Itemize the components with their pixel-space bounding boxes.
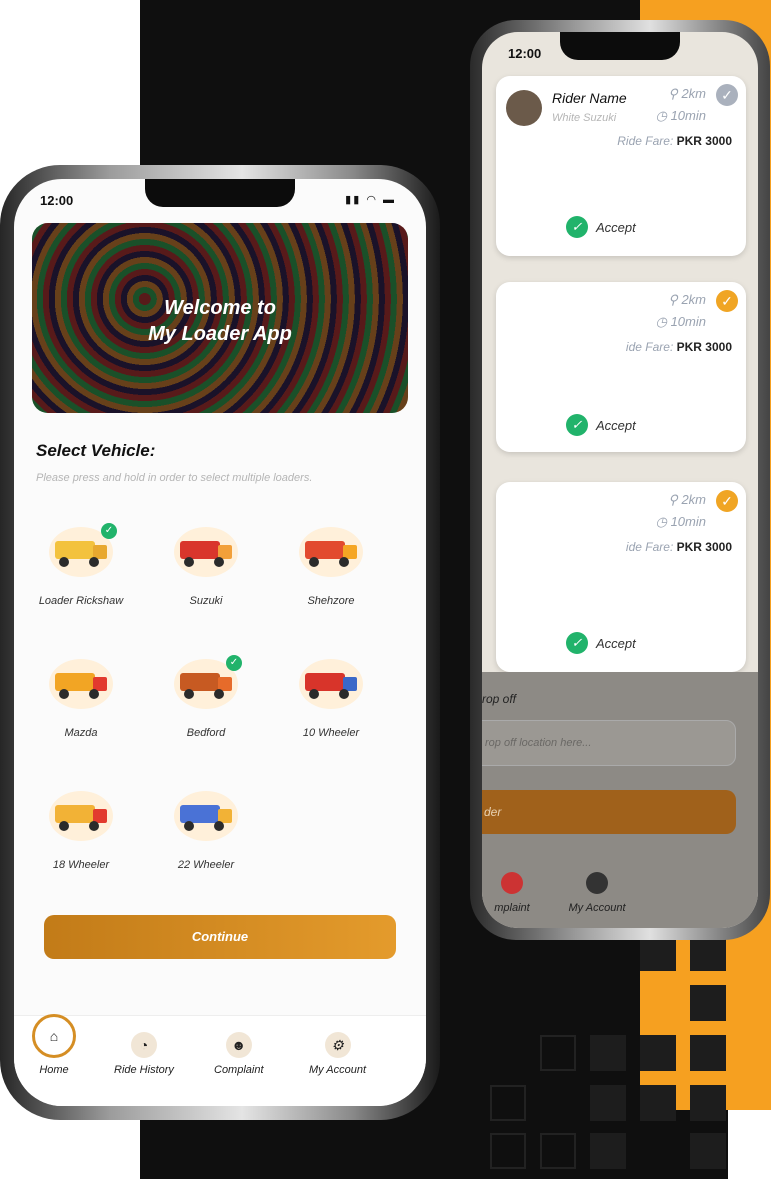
bottom-tab-bar: ⌂ Home ◔ Ride History ☻ Complaint ⚙ My Accou… bbox=[14, 1014, 426, 1106]
accept-button[interactable]: ✓ Accept bbox=[566, 632, 636, 654]
shehzore-icon bbox=[299, 527, 363, 577]
decor-square bbox=[540, 1133, 576, 1169]
tab-complaint[interactable]: ☻ Complaint bbox=[214, 1032, 264, 1076]
front-phone-screen: 12:00 ▮▮ ◠ ▬ Welcome to My Loader App Se… bbox=[14, 179, 426, 1106]
order-button[interactable]: der bbox=[482, 790, 736, 834]
vehicle-label: 10 Wheeler bbox=[302, 727, 360, 739]
tab-complaint[interactable]: mplaint bbox=[482, 872, 542, 914]
ride-fare: Ride Fare: PKR 3000 bbox=[617, 134, 732, 148]
check-icon: ✓ bbox=[566, 216, 588, 238]
vehicle-label: Bedford bbox=[186, 727, 226, 739]
vehicle-option-22-wheeler[interactable]: 22 Wheeler bbox=[151, 791, 261, 871]
twentytwo-wheeler-icon bbox=[174, 791, 238, 841]
check-icon: ✓ bbox=[716, 290, 738, 312]
status-time: 12:00 bbox=[508, 46, 542, 61]
vehicle-option-10-wheeler[interactable]: 10 Wheeler bbox=[276, 659, 386, 739]
vehicle-label: Mazda bbox=[64, 727, 98, 739]
banner-title-line1: Welcome to bbox=[164, 297, 276, 319]
status-time: 12:00 bbox=[40, 193, 74, 208]
eta: ◷ 10min bbox=[655, 108, 706, 123]
status-icons: ▮▮ ◠ ▬ bbox=[345, 194, 396, 206]
ten-wheeler-icon bbox=[299, 659, 363, 709]
select-vehicle-title: Select Vehicle: bbox=[36, 441, 156, 460]
rider-avatar bbox=[506, 90, 542, 126]
decor-square bbox=[690, 1133, 726, 1169]
check-icon: ✓ bbox=[716, 84, 738, 106]
vehicle-option-shehzore[interactable]: Shehzore bbox=[276, 527, 386, 607]
decor-square bbox=[690, 985, 726, 1021]
decor-square bbox=[640, 1035, 676, 1071]
vehicle-option-suzuki[interactable]: Suzuki bbox=[151, 527, 261, 607]
tab-my-account[interactable]: My Account bbox=[552, 872, 642, 914]
decor-square bbox=[690, 935, 726, 971]
rider-name: Rider Name bbox=[552, 90, 627, 106]
tab-my-account[interactable]: ⚙ My Account bbox=[309, 1032, 366, 1076]
decor-square bbox=[590, 1035, 626, 1071]
rickshaw-icon: ✓ bbox=[49, 523, 117, 577]
decor-square bbox=[540, 1035, 576, 1071]
complaint-icon bbox=[501, 872, 523, 894]
decor-square bbox=[640, 1085, 676, 1121]
notch bbox=[560, 32, 680, 60]
check-icon: ✓ bbox=[566, 632, 588, 654]
vehicle-label: Shehzore bbox=[307, 595, 355, 607]
accept-button[interactable]: ✓ Accept bbox=[566, 216, 636, 238]
account-gear-icon bbox=[586, 872, 608, 894]
ride-request-card[interactable]: ⚲ 2km ◷ 10min ide Fare: PKR 3000 ✓ ✓ Acce… bbox=[496, 282, 746, 452]
vehicle-label: 18 Wheeler bbox=[52, 859, 110, 871]
back-phone: 12:00 Rider Name White Suzuki ⚲ 2km ◷ 10… bbox=[470, 20, 770, 940]
ride-request-card[interactable]: ⚲ 2km ◷ 10min ide Fare: PKR 3000 ✓ ✓ Acce… bbox=[496, 482, 746, 672]
complaint-icon: ☻ bbox=[225, 1032, 252, 1058]
decor-square bbox=[690, 1085, 726, 1121]
vehicle-option-loader-rickshaw[interactable]: ✓ Loader Rickshaw bbox=[26, 523, 136, 607]
vehicle-option-18-wheeler[interactable]: 18 Wheeler bbox=[26, 791, 136, 871]
distance: ⚲ 2km bbox=[668, 86, 706, 101]
notch bbox=[145, 179, 295, 207]
vehicle-label: Loader Rickshaw bbox=[38, 595, 124, 607]
bedford-icon: ✓ bbox=[174, 655, 242, 709]
check-icon: ✓ bbox=[566, 414, 588, 436]
tab-home[interactable]: ⌂ Home bbox=[32, 1014, 76, 1076]
select-vehicle-subtitle: Please press and hold in order to select… bbox=[36, 472, 313, 484]
drop-off-panel: rop off rop off location here... der mpl… bbox=[482, 672, 758, 928]
vehicle-label: 22 Wheeler bbox=[177, 859, 235, 871]
welcome-banner: Welcome to My Loader App bbox=[32, 223, 408, 413]
account-gear-icon: ⚙ bbox=[324, 1032, 351, 1058]
decor-square bbox=[640, 935, 676, 971]
back-phone-screen: 12:00 Rider Name White Suzuki ⚲ 2km ◷ 10… bbox=[482, 32, 758, 928]
decor-square bbox=[590, 1085, 626, 1121]
distance: ⚲ 2km bbox=[668, 292, 706, 307]
drop-off-input[interactable]: rop off location here... bbox=[482, 720, 736, 766]
rider-vehicle: White Suzuki bbox=[552, 112, 617, 124]
ride-fare: ide Fare: PKR 3000 bbox=[625, 540, 732, 554]
vehicle-option-bedford[interactable]: ✓ Bedford bbox=[151, 655, 261, 739]
ride-fare: ide Fare: PKR 3000 bbox=[625, 340, 732, 354]
ride-request-card[interactable]: Rider Name White Suzuki ⚲ 2km ◷ 10min Ri… bbox=[496, 76, 746, 256]
ride-history-icon: ◔ bbox=[130, 1032, 157, 1058]
eta: ◷ 10min bbox=[655, 514, 706, 529]
check-icon: ✓ bbox=[716, 490, 738, 512]
drop-off-label: rop off bbox=[482, 692, 517, 706]
front-phone: 12:00 ▮▮ ◠ ▬ Welcome to My Loader App Se… bbox=[0, 165, 440, 1120]
banner-title-line2: My Loader App bbox=[148, 323, 292, 345]
continue-button[interactable]: Continue bbox=[44, 915, 396, 959]
vehicle-option-mazda[interactable]: Mazda bbox=[26, 659, 136, 739]
suzuki-icon bbox=[174, 527, 238, 577]
decor-square bbox=[490, 1133, 526, 1169]
decor-square bbox=[690, 1035, 726, 1071]
distance: ⚲ 2km bbox=[668, 492, 706, 507]
accept-button[interactable]: ✓ Accept bbox=[566, 414, 636, 436]
home-icon: ⌂ bbox=[32, 1014, 76, 1058]
eighteen-wheeler-icon bbox=[49, 791, 113, 841]
eta: ◷ 10min bbox=[655, 314, 706, 329]
decor-square bbox=[490, 1085, 526, 1121]
decor-square bbox=[590, 1133, 626, 1169]
vehicle-label: Suzuki bbox=[189, 595, 223, 607]
tab-ride-history[interactable]: ◔ Ride History bbox=[114, 1032, 174, 1076]
mazda-icon bbox=[49, 659, 113, 709]
